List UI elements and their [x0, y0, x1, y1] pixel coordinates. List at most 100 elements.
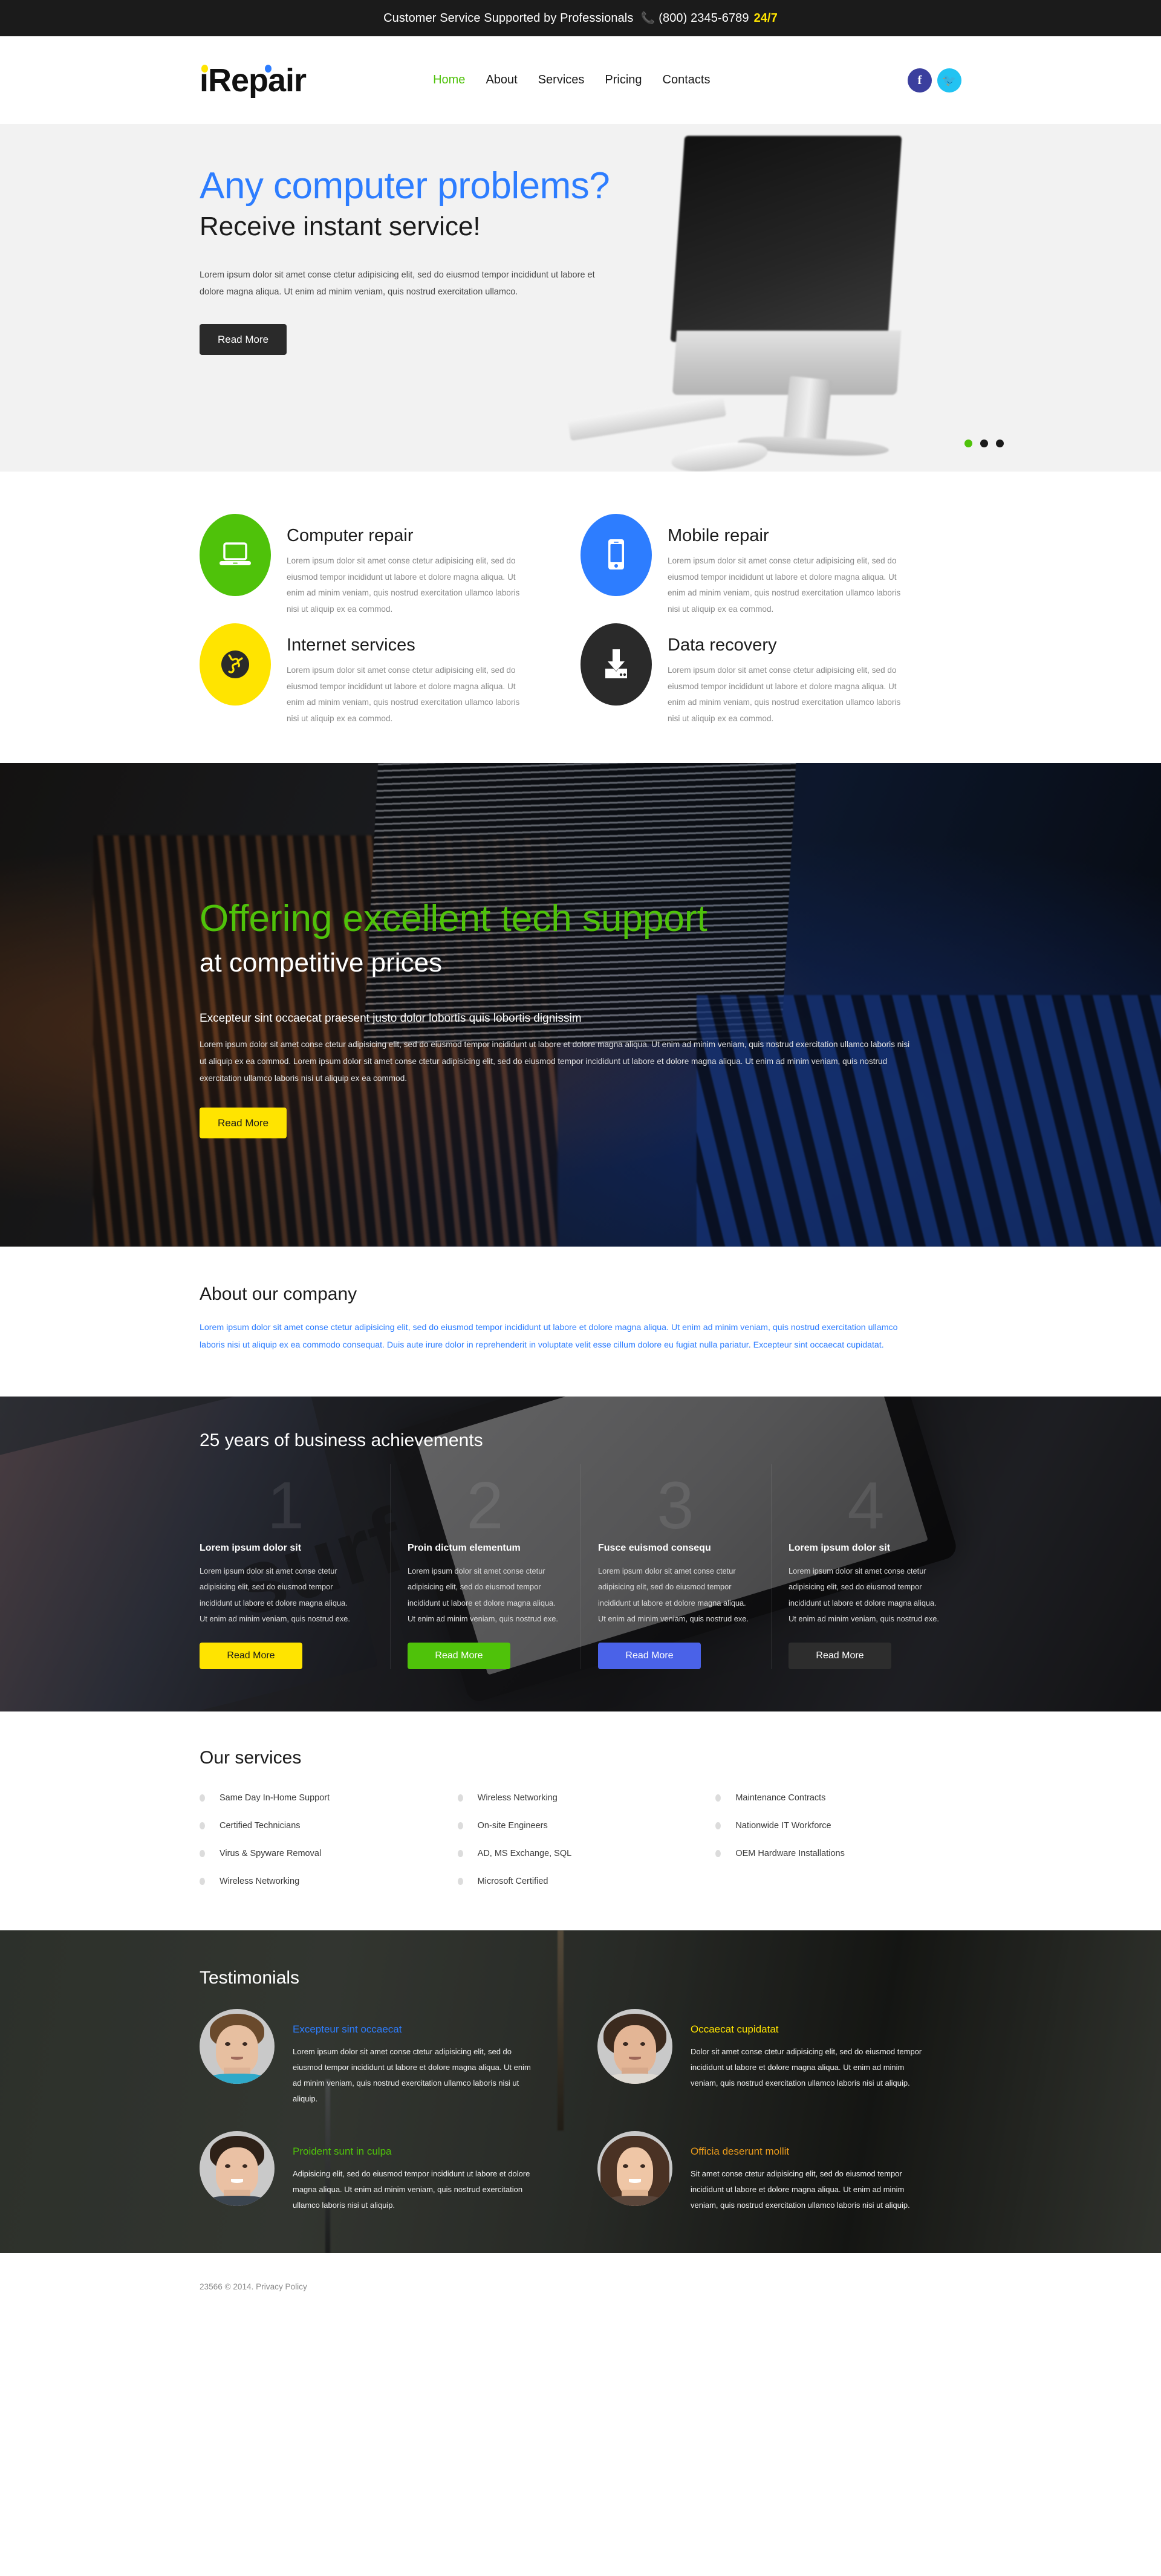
achievement-text: Lorem ipsum dolor sit amet conse ctetur … [598, 1566, 749, 1623]
logo-dot-yellow-icon [201, 64, 208, 73]
main-navigation: Home About Services Pricing Contacts [433, 73, 710, 87]
testimonial-heading: Proident sunt in culpa [293, 2146, 392, 2158]
nav-item-pricing[interactable]: Pricing [605, 73, 642, 87]
facebook-icon[interactable]: f [908, 68, 932, 92]
hero-slider: Any computer problems? Receive instant s… [0, 124, 1161, 472]
bullet-icon [200, 1850, 205, 1858]
feature-card-mobile-repair[interactable]: Mobile repair Lorem ipsum dolor sit amet… [580, 514, 961, 617]
our-services-section: Our services Same Day In-Home Support Ce… [0, 1711, 1161, 1931]
achievement-card-1: 1 Lorem ipsum dolor sit Lorem ipsum dolo… [200, 1464, 390, 1670]
promo-title: Offering excellent tech support [200, 898, 707, 939]
service-list-item[interactable]: OEM Hardware Installations [715, 1840, 961, 1867]
logo[interactable]: iRepair [200, 62, 307, 99]
service-list-item[interactable]: Virus & Spyware Removal [200, 1840, 446, 1867]
feature-text: Lorem ipsum dolor sit amet conse ctetur … [287, 666, 520, 723]
testimonial-item-3: Proident sunt in culpa Adipisicing elit,… [200, 2131, 564, 2213]
service-list-item[interactable]: Wireless Networking [200, 1867, 446, 1895]
globe-icon [200, 623, 271, 706]
logo-text: iRepair [200, 62, 307, 99]
service-list-item[interactable]: Same Day In-Home Support [200, 1784, 446, 1812]
testimonial-text: Dolor sit amet conse ctetur adipisicing … [691, 2047, 922, 2088]
slider-dot-3[interactable] [996, 440, 1004, 447]
service-label: Wireless Networking [220, 1877, 300, 1887]
avatar-face-icon [597, 2131, 672, 2207]
feature-title: Mobile repair [668, 526, 769, 545]
about-title: About our company [200, 1284, 357, 1304]
service-label: Nationwide IT Workforce [735, 1821, 831, 1831]
avatar-face-icon [200, 2131, 275, 2207]
achievement-read-more-button[interactable]: Read More [598, 1643, 701, 1670]
promo-subtitle: at competitive prices [200, 948, 443, 978]
avatar [597, 2009, 672, 2084]
service-list-item[interactable]: On-site Engineers [457, 1812, 704, 1840]
keyboard-illustration [567, 395, 727, 441]
promo-paragraph: Lorem ipsum dolor sit amet conse ctetur … [200, 1040, 910, 1083]
service-label: Microsoft Certified [477, 1877, 548, 1887]
bullet-icon [457, 1794, 463, 1802]
achievement-title: Proin dictum elementum [408, 1543, 521, 1554]
logo-dot-blue-icon [265, 64, 272, 73]
achievement-read-more-button[interactable]: Read More [200, 1643, 302, 1670]
service-list-item[interactable]: Certified Technicians [200, 1812, 446, 1840]
achievement-read-more-button[interactable]: Read More [789, 1643, 891, 1670]
privacy-policy-link[interactable]: Privacy Policy [256, 2282, 307, 2291]
testimonial-item-4: Officia deserunt mollit Sit amet conse c… [597, 2131, 961, 2213]
slider-dot-1[interactable] [964, 440, 972, 447]
achievement-title: Lorem ipsum dolor sit [200, 1543, 302, 1554]
service-list-item[interactable]: Maintenance Contracts [715, 1784, 961, 1812]
nav-item-home[interactable]: Home [433, 73, 465, 87]
feature-card-data-recovery[interactable]: Data recovery Lorem ipsum dolor sit amet… [580, 623, 961, 727]
feature-card-internet-services[interactable]: Internet services Lorem ipsum dolor sit … [200, 623, 580, 727]
nav-item-services[interactable]: Services [538, 73, 585, 87]
hero-paragraph: Lorem ipsum dolor sit amet conse ctetur … [200, 270, 595, 297]
about-paragraph: Lorem ipsum dolor sit amet conse ctetur … [200, 1323, 898, 1351]
service-list-item[interactable]: Nationwide IT Workforce [715, 1812, 961, 1840]
phone-number[interactable]: (800) 2345-6789 [659, 11, 749, 25]
achievement-number: 2 [466, 1468, 504, 1543]
laptop-icon [200, 514, 271, 596]
service-label: Same Day In-Home Support [220, 1793, 330, 1803]
bullet-icon [200, 1822, 205, 1830]
slider-dot-2[interactable] [980, 440, 988, 447]
service-label: Maintenance Contracts [735, 1793, 826, 1803]
availability-badge: 24/7 [753, 11, 778, 25]
twitter-icon[interactable]: 🐦 [937, 68, 961, 92]
top-contact-bar: Customer Service Supported by Profession… [0, 0, 1161, 36]
testimonial-heading: Occaecat cupidatat [691, 2023, 779, 2036]
bullet-icon [457, 1850, 463, 1858]
hero-title: Any computer problems? [200, 165, 610, 207]
service-list-item[interactable]: AD, MS Exchange, SQL [457, 1840, 704, 1867]
feature-title: Computer repair [287, 526, 414, 545]
service-label: Wireless Networking [477, 1793, 558, 1803]
achievement-read-more-button[interactable]: Read More [408, 1643, 510, 1670]
nav-item-about[interactable]: About [486, 73, 517, 87]
service-list-item[interactable]: Microsoft Certified [457, 1867, 704, 1895]
services-column-2: Wireless Networking On-site Engineers AD… [457, 1784, 704, 1895]
page-root: Customer Service Supported by Profession… [0, 0, 1161, 2321]
slider-pagination [964, 440, 1004, 447]
avatar [200, 2131, 275, 2207]
nav-item-contacts[interactable]: Contacts [663, 73, 711, 87]
avatar-face-icon [597, 2009, 672, 2084]
testimonial-text: Sit amet conse ctetur adipisicing elit, … [691, 2169, 910, 2210]
feature-title: Data recovery [668, 635, 777, 655]
testimonial-text: Adipisicing elit, sed do eiusmod tempor … [293, 2169, 530, 2210]
features-section: Computer repair Lorem ipsum dolor sit am… [0, 472, 1161, 763]
site-footer: 23566 © 2014. Privacy Policy [0, 2253, 1161, 2321]
testimonial-heading: Excepteur sint occaecat [293, 2023, 402, 2036]
service-list-item[interactable]: Wireless Networking [457, 1784, 704, 1812]
achievement-number: 1 [267, 1468, 305, 1543]
bullet-icon [715, 1850, 721, 1858]
testimonials-section: Testimonials Excepteur sint occaecat Lor… [0, 1930, 1161, 2254]
services-column-1: Same Day In-Home Support Certified Techn… [200, 1784, 446, 1895]
promo-read-more-button[interactable]: Read More [200, 1107, 287, 1138]
achievement-card-2: 2 Proin dictum elementum Lorem ipsum dol… [390, 1464, 580, 1670]
avatar-face-icon [200, 2009, 275, 2084]
feature-card-computer-repair[interactable]: Computer repair Lorem ipsum dolor sit am… [200, 514, 580, 617]
download-box-icon [580, 623, 652, 706]
bullet-icon [200, 1878, 205, 1886]
hero-read-more-button[interactable]: Read More [200, 323, 287, 355]
social-links: f 🐦 [908, 68, 961, 92]
testimonial-item-1: Excepteur sint occaecat Lorem ipsum dolo… [200, 2009, 564, 2107]
footer-copyright: 23566 © 2014. [200, 2282, 254, 2292]
